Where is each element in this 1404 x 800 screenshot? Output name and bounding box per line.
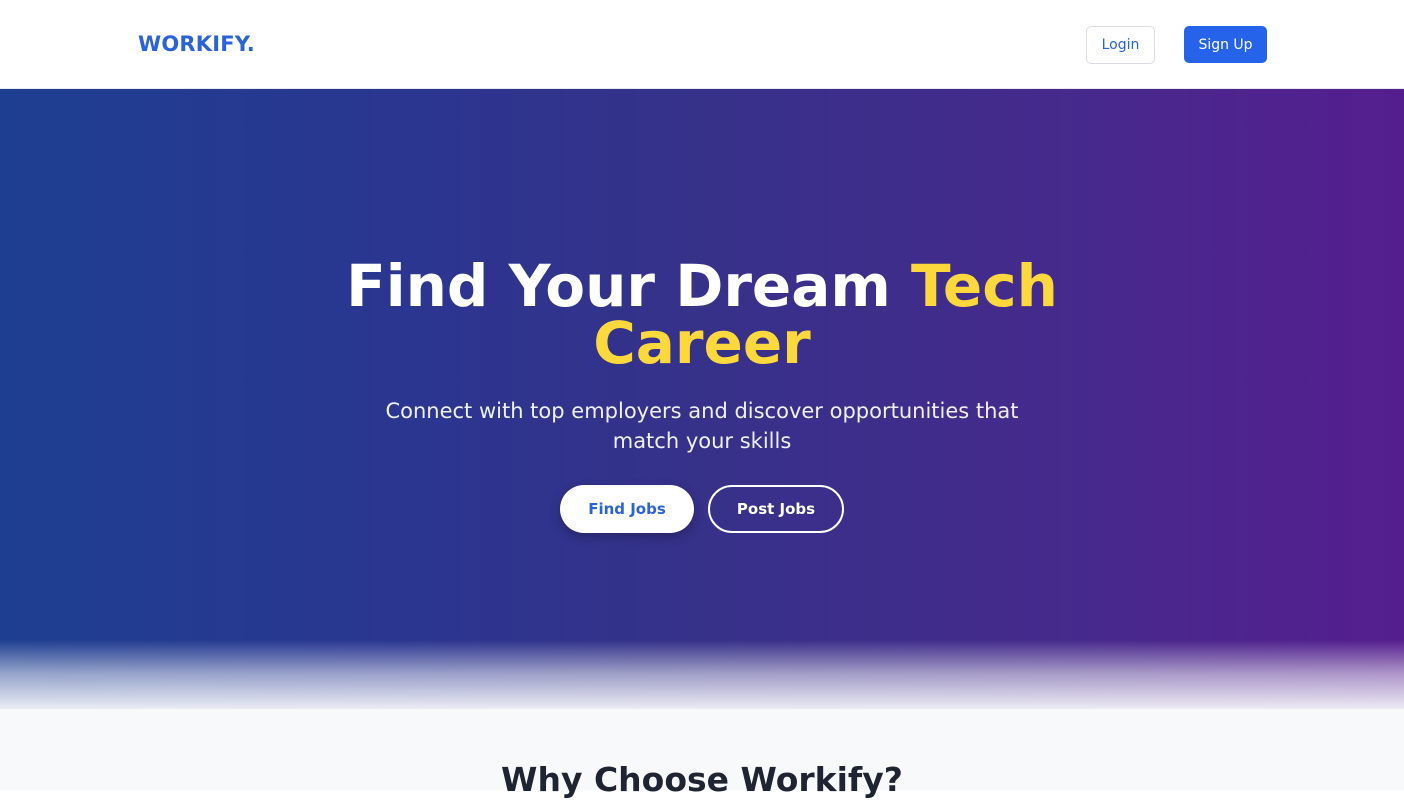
post-jobs-button[interactable]: Post Jobs <box>708 485 844 533</box>
login-button[interactable]: Login <box>1086 26 1155 64</box>
why-choose-title: Why Choose Workify? <box>501 760 903 799</box>
hero-subtitle: Connect with top employers and discover … <box>385 399 1019 453</box>
site-header: WORKIFY. Login Sign Up <box>0 0 1404 89</box>
hero-title-accent-tech: Tech <box>911 252 1058 320</box>
hero-title-accent-career: Career <box>593 309 811 377</box>
find-jobs-button[interactable]: Find Jobs <box>560 485 694 533</box>
signup-button[interactable]: Sign Up <box>1184 26 1267 63</box>
hero-bottom-fade <box>0 640 1404 715</box>
workify-logo[interactable]: WORKIFY. <box>138 30 255 58</box>
hero-title: Find Your Dream Tech Career <box>0 257 1404 372</box>
